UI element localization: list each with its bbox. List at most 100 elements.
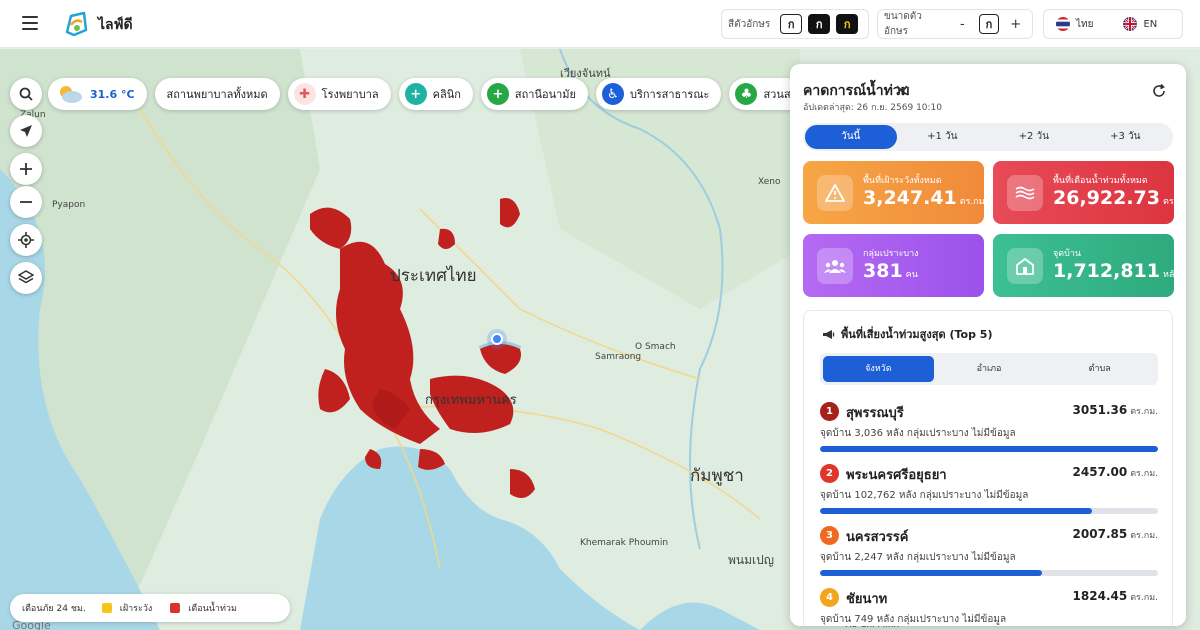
card-label: พื้นที่เตือนน้ำท่วมทั้งหมด bbox=[1053, 176, 1148, 186]
zoom-out-button[interactable] bbox=[10, 186, 42, 218]
card-unit: ตร.กม. bbox=[1162, 197, 1186, 207]
card-unit: ตร.กม. bbox=[959, 197, 988, 207]
font-color-label: สีตัวอักษร bbox=[728, 18, 771, 30]
chip-label: โรงพยาบาล bbox=[321, 88, 379, 101]
refresh-icon[interactable] bbox=[1152, 84, 1166, 98]
health-station-icon: + bbox=[486, 83, 509, 105]
map-label-thailand: ประเทศไทย bbox=[390, 265, 477, 286]
chip-label: คลินิก bbox=[432, 88, 461, 101]
risk-bar bbox=[820, 446, 1158, 452]
lang-en-button[interactable]: EN bbox=[1111, 17, 1169, 31]
weather-chip[interactable]: 31.6 °C bbox=[48, 78, 147, 110]
lang-en-label: EN bbox=[1143, 18, 1158, 30]
tab-plus-3[interactable]: +3 วัน bbox=[1080, 125, 1172, 149]
font-color-dark-button[interactable]: ก bbox=[808, 14, 831, 34]
tab-province[interactable]: จังหวัด bbox=[823, 356, 934, 382]
map-label-osmach: O Smach bbox=[635, 342, 676, 352]
font-size-increase-button[interactable]: + bbox=[1005, 17, 1026, 32]
card-houses: จุดบ้าน 1,712,811 หลัง bbox=[993, 234, 1179, 297]
map-legend: เตือนภัย 24 ชม. เฝ้าระวัง เตือนน้ำท่วม bbox=[10, 594, 290, 622]
thai-flag-icon bbox=[1056, 17, 1070, 31]
accessibility-icon: ♿ bbox=[602, 83, 624, 105]
rank-badge: 3 bbox=[820, 526, 839, 545]
rank-badge: 4 bbox=[820, 588, 839, 607]
layers-button[interactable] bbox=[10, 262, 42, 294]
megaphone-icon bbox=[823, 329, 835, 339]
font-size-decrease-button[interactable]: - bbox=[952, 17, 973, 32]
park-icon: ♣ bbox=[735, 83, 758, 105]
risk-item[interactable]: 1 สุพรรณบุรี 3051.36 ตร.กม. จุดบ้าน 3,036… bbox=[820, 399, 1158, 459]
risk-item-unit: ตร.กม. bbox=[1130, 531, 1158, 541]
flood-forecast-panel: คาดการณ์น้ำท่วม อัปเดตล่าสุด: 26 ก.ย. 25… bbox=[790, 64, 1186, 626]
tab-plus-1[interactable]: +1 วัน bbox=[897, 125, 989, 149]
plus-icon bbox=[20, 163, 32, 175]
legend-swatch-watch bbox=[101, 603, 112, 613]
last-updated: อัปเดตล่าสุด: 26 ก.ย. 2569 10:10 bbox=[803, 103, 943, 113]
font-size-label: ขนาดตัวอักษร bbox=[884, 11, 922, 37]
uk-flag-icon bbox=[1123, 17, 1138, 31]
people-icon bbox=[817, 248, 853, 284]
chip-all-facilities[interactable]: สถานพยาบาลทั้งหมด bbox=[154, 78, 280, 110]
chip-public-service[interactable]: ♿ บริการสาธารณะ bbox=[596, 78, 722, 110]
hospital-icon: ✚ bbox=[293, 83, 316, 105]
map-label-xeno: Xeno bbox=[758, 177, 781, 187]
lang-thai-label: ไทย bbox=[1076, 18, 1094, 30]
font-color-yellow-button[interactable]: ก bbox=[836, 14, 859, 34]
legend-label-flood: เตือนน้ำท่วม bbox=[188, 604, 237, 614]
zoom-in-button[interactable] bbox=[10, 153, 42, 185]
card-label: พื้นที่เฝ้าระวังทั้งหมด bbox=[863, 176, 942, 186]
weather-temp: 31.6 °C bbox=[90, 87, 135, 101]
risk-item[interactable]: 2 พระนครศรีอยุธยา 2457.00 ตร.กม. จุดบ้าน … bbox=[820, 461, 1158, 521]
risk-item-value-wrap: 3051.36 ตร.กม. bbox=[1073, 403, 1158, 418]
lang-thai-button[interactable]: ไทย bbox=[1044, 17, 1105, 32]
risk-item-name: นครสวรรค์ bbox=[846, 530, 909, 545]
crosshair-icon bbox=[18, 232, 34, 248]
chip-health-station[interactable]: + สถานีอนามัย bbox=[480, 78, 588, 110]
top-bar: ไลฟ์ดี สีตัวอักษร ก ก ก ขนาดตัวอักษร - ก… bbox=[0, 0, 1200, 48]
my-location-button[interactable] bbox=[10, 224, 42, 256]
font-color-default-button[interactable]: ก bbox=[780, 14, 803, 34]
risk-item-value: 2457.00 bbox=[1072, 465, 1128, 479]
card-label: กลุ่มเปราะบาง bbox=[863, 249, 919, 259]
card-value: 381 bbox=[863, 260, 903, 282]
map-label-cambodia: กัมพูชา bbox=[690, 466, 744, 486]
tab-plus-2[interactable]: +2 วัน bbox=[988, 125, 1080, 149]
day-tabs: วันนี้ +1 วัน +2 วัน +3 วัน bbox=[803, 123, 1173, 151]
card-watch-area: พื้นที่เฝ้าระวังทั้งหมด 3,247.41 ตร.กม. bbox=[803, 161, 988, 224]
risk-item-unit: ตร.กม. bbox=[1130, 469, 1158, 479]
card-value: 3,247.41 bbox=[863, 187, 957, 209]
card-flood-area: พื้นที่เตือนน้ำท่วมทั้งหมด 26,922.73 ตร.ก… bbox=[993, 161, 1186, 224]
partly-cloudy-icon bbox=[60, 86, 82, 103]
chip-hospital[interactable]: ✚ โรงพยาบาล bbox=[287, 78, 391, 110]
risk-item[interactable]: 3 นครสวรรค์ 2007.85 ตร.กม. จุดบ้าน 2,247 … bbox=[820, 523, 1158, 583]
card-unit: หลัง bbox=[1162, 270, 1179, 280]
risk-item[interactable]: 4 ชัยนาท 1824.45 ตร.กม. จุดบ้าน 749 หลัง … bbox=[820, 585, 1158, 626]
panel-title[interactable]: คาดการณ์น้ำท่วม bbox=[803, 80, 910, 102]
menu-icon[interactable] bbox=[22, 16, 38, 30]
risk-item-sub: จุดบ้าน 749 หลัง กลุ่มเปราะบาง ไม่มีข้อม… bbox=[820, 614, 1007, 625]
tab-subdistrict[interactable]: ตำบล bbox=[1044, 356, 1155, 382]
legend-label-watch: เฝ้าระวัง bbox=[119, 604, 153, 614]
risk-item-name: พระนครศรีอยุธยา bbox=[846, 468, 947, 483]
card-value: 1,712,811 bbox=[1053, 260, 1160, 282]
search-button[interactable] bbox=[10, 78, 42, 110]
chip-label: สถานพยาบาลทั้งหมด bbox=[166, 88, 268, 101]
risk-item-value: 3051.36 bbox=[1072, 403, 1128, 417]
filter-chips: 31.6 °C สถานพยาบาลทั้งหมด ✚ โรงพยาบาล + … bbox=[48, 78, 809, 110]
tab-today[interactable]: วันนี้ bbox=[805, 125, 897, 149]
tab-district[interactable]: อำเภอ bbox=[934, 356, 1045, 382]
search-icon bbox=[19, 87, 33, 101]
font-size-current[interactable]: ก bbox=[978, 14, 1000, 34]
risk-item-name: ชัยนาท bbox=[846, 592, 888, 607]
chip-clinic[interactable]: + คลินิก bbox=[398, 78, 473, 110]
risk-item-unit: ตร.กม. bbox=[1130, 593, 1158, 603]
card-label: จุดบ้าน bbox=[1053, 249, 1082, 259]
risk-item-sub: จุดบ้าน 2,247 หลัง กลุ่มเปราะบาง ไม่มีข้… bbox=[820, 552, 1016, 563]
rank-badge: 1 bbox=[820, 402, 839, 421]
card-value-wrap: 26,922.73ตร.กม. bbox=[1053, 187, 1186, 209]
risk-bar-fill bbox=[820, 508, 1093, 514]
risk-bar-fill bbox=[820, 446, 1158, 452]
navigate-button[interactable] bbox=[10, 115, 42, 147]
card-vulnerable: กลุ่มเปราะบาง 381 คน bbox=[803, 234, 984, 297]
risk-item-name: สุพรรณบุรี bbox=[846, 406, 904, 421]
